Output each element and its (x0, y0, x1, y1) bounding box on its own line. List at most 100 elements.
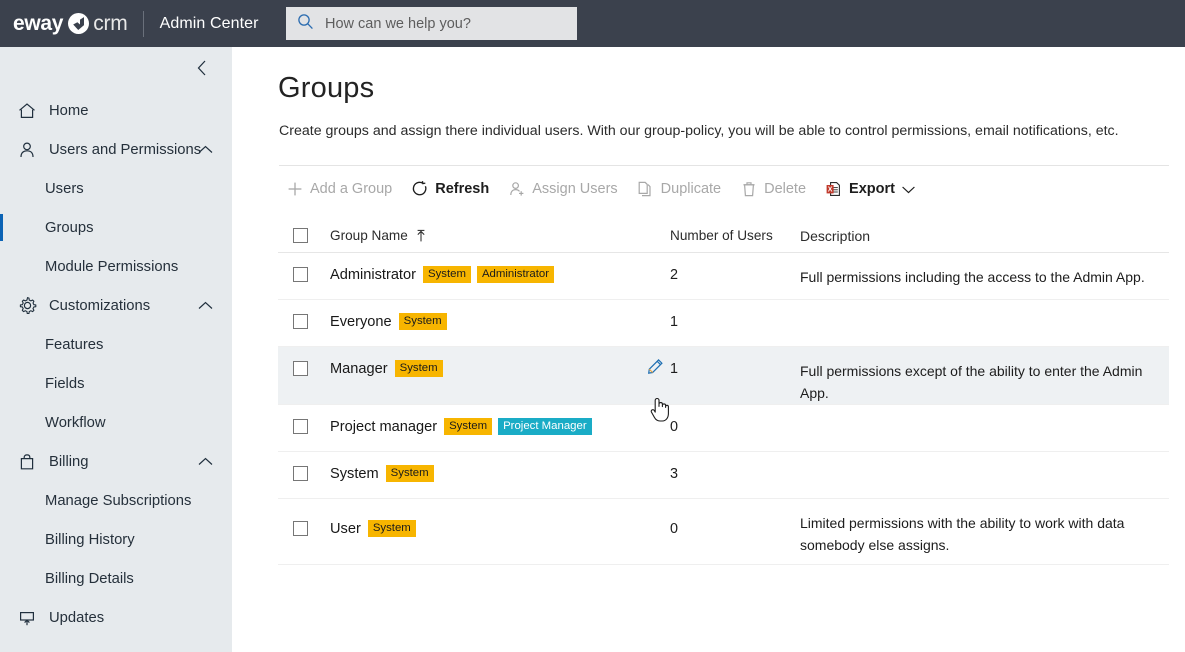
table-row[interactable]: Project manager System Project Manager 0 (278, 405, 1169, 452)
chevron-up-icon[interactable] (196, 297, 214, 315)
row-checkbox[interactable] (293, 419, 308, 434)
chevron-up-icon[interactable] (196, 453, 214, 471)
sidebar-item-label: Manage Subscriptions (45, 492, 192, 509)
group-name: Administrator (330, 266, 416, 283)
sidebar-item-users-and-permissions[interactable]: Users and Permissions (0, 130, 232, 169)
role-badge: Project Manager (498, 418, 592, 435)
sidebar-item-label: Updates (49, 609, 105, 626)
sidebar-item-label: Billing History (45, 531, 135, 548)
group-name-cell: Everyone System (330, 300, 670, 330)
sidebar-item-label: Fields (45, 375, 85, 392)
sidebar-item-updates[interactable]: Updates (0, 598, 232, 637)
number-of-users: 2 (670, 267, 679, 283)
app-logo[interactable]: eway crm (13, 0, 128, 47)
description-cell: Full permissions except of the ability t… (800, 363, 1143, 401)
column-header-description[interactable]: Description (800, 225, 1169, 247)
chevron-down-icon[interactable] (901, 184, 916, 195)
person-add-icon (507, 180, 526, 199)
table-row[interactable]: User System 0 Limited permissions with t… (278, 499, 1169, 565)
table-row[interactable]: System System 3 (278, 452, 1169, 499)
duplicate-button[interactable]: Duplicate (627, 174, 730, 204)
header-divider (142, 10, 144, 37)
row-checkbox[interactable] (293, 361, 308, 376)
description-cell (800, 405, 1169, 418)
description-cell (800, 452, 1169, 465)
description-cell: Limited permissions with the ability to … (800, 515, 1125, 553)
table-header-row: Group Name Number of Users Description (278, 219, 1169, 253)
number-of-users-cell: 0 (670, 499, 800, 537)
trash-icon (739, 180, 758, 199)
number-of-users-cell: 3 (670, 452, 800, 482)
add-a-group-button[interactable]: Add a Group (276, 174, 401, 204)
delete-button[interactable]: Delete (730, 174, 815, 204)
export-button[interactable]: X Export (815, 174, 925, 204)
refresh-button[interactable]: Refresh (401, 174, 498, 204)
sidebar-item-label: Module Permissions (45, 258, 179, 275)
sidebar-item-billing[interactable]: Billing (0, 442, 232, 481)
sidebar-item-label: Customizations (49, 297, 151, 314)
number-of-users: 1 (670, 361, 679, 377)
column-header-group-name[interactable]: Group Name (330, 228, 670, 243)
home-icon (16, 100, 38, 122)
column-header-number-of-users[interactable]: Number of Users (670, 228, 800, 243)
sidebar-item-fields[interactable]: Fields (0, 364, 232, 403)
svg-text:X: X (827, 186, 832, 193)
row-select-cell (278, 300, 330, 329)
number-of-users: 1 (670, 314, 679, 330)
sidebar: Home Users and Permissions Users Groups (0, 47, 232, 652)
group-name-cell: Manager System (330, 347, 670, 377)
command-toolbar: Add a Group Refresh Assign Users Duplica… (276, 174, 925, 204)
sidebar-item-workflow[interactable]: Workflow (0, 403, 232, 442)
status-badge: System (367, 520, 416, 537)
row-checkbox[interactable] (293, 521, 308, 536)
group-name-cell: Administrator System Administrator (330, 253, 670, 283)
group-name: System (330, 465, 379, 482)
sidebar-item-home[interactable]: Home (0, 91, 232, 130)
table-row[interactable]: Administrator System Administrator 2 Ful… (278, 253, 1169, 300)
sidebar-item-users[interactable]: Users (0, 169, 232, 208)
groups-table: Group Name Number of Users Description A… (278, 219, 1169, 565)
status-badge: System (398, 313, 447, 330)
group-name: Everyone (330, 313, 392, 330)
chevron-up-icon[interactable] (196, 141, 214, 159)
group-name-cell: Project manager System Project Manager (330, 405, 670, 435)
sidebar-item-label: Features (45, 336, 104, 353)
row-checkbox[interactable] (293, 466, 308, 481)
description-cell (800, 300, 1169, 313)
toolbar-button-label: Delete (764, 181, 807, 197)
sidebar-item-billing-details[interactable]: Billing Details (0, 559, 232, 598)
row-checkbox[interactable] (293, 267, 308, 282)
description-cell: Full permissions including the access to… (800, 269, 1145, 285)
table-row[interactable]: Manager System 1 Full permissions except… (278, 347, 1169, 405)
column-header-label: Description (800, 227, 871, 244)
select-all-checkbox-cell (278, 228, 330, 243)
refresh-icon (410, 180, 429, 199)
search-input-placeholder[interactable]: How can we help you? (325, 16, 471, 32)
sidebar-item-manage-subscriptions[interactable]: Manage Subscriptions (0, 481, 232, 520)
plus-icon (285, 180, 304, 199)
search-box[interactable]: How can we help you? (286, 7, 577, 40)
bag-icon (16, 451, 38, 473)
main-content: Groups Create groups and assign there in… (232, 47, 1185, 652)
pencil-edit-icon[interactable] (647, 358, 664, 375)
page-title: Groups (278, 72, 375, 104)
sidebar-item-customizations[interactable]: Customizations (0, 286, 232, 325)
select-all-checkbox[interactable] (293, 228, 308, 243)
column-header-label: Number of Users (670, 228, 773, 243)
sidebar-item-billing-history[interactable]: Billing History (0, 520, 232, 559)
sidebar-item-label: Workflow (45, 414, 106, 431)
sidebar-collapse-button[interactable] (189, 57, 215, 83)
table-row[interactable]: Everyone System 1 (278, 300, 1169, 347)
sidebar-item-label: Users and Permissions (49, 141, 202, 158)
sidebar-item-label: Groups (45, 219, 94, 236)
arrow-up-icon[interactable] (415, 229, 427, 243)
assign-users-button[interactable]: Assign Users (498, 174, 626, 204)
sidebar-item-groups[interactable]: Groups (0, 208, 232, 247)
sidebar-item-module-permissions[interactable]: Module Permissions (0, 247, 232, 286)
person-icon (16, 139, 38, 161)
app-title: Admin Center (159, 14, 259, 32)
row-checkbox[interactable] (293, 314, 308, 329)
number-of-users-cell: 1 (647, 347, 800, 377)
status-badge: System (422, 266, 471, 283)
sidebar-item-features[interactable]: Features (0, 325, 232, 364)
